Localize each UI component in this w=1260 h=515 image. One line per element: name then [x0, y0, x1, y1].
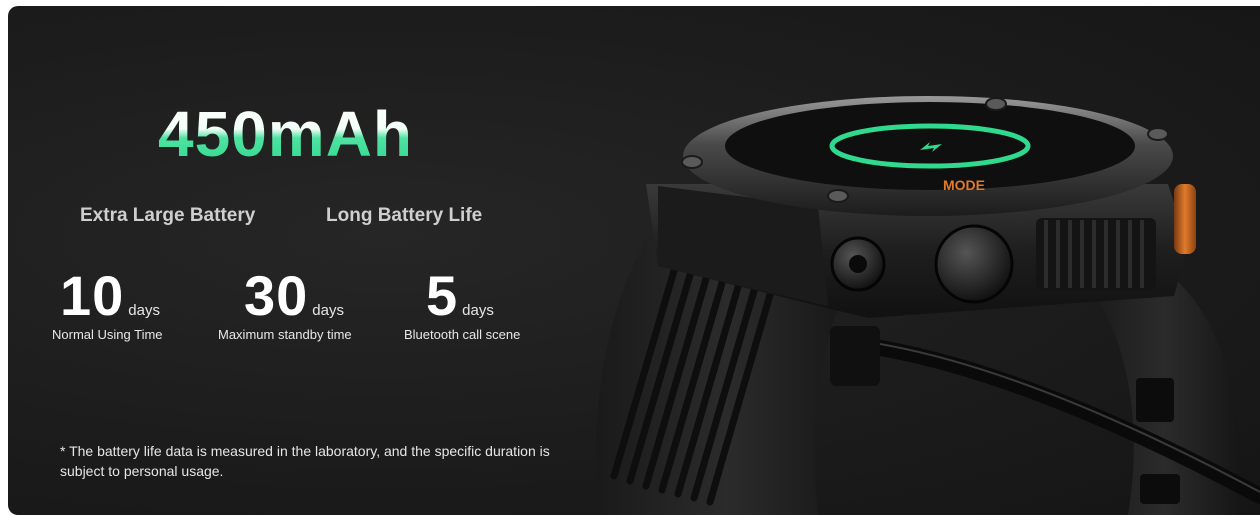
charging-dock: [830, 326, 880, 386]
feature-extra-large-battery: Extra Large Battery: [80, 205, 256, 226]
stat-description: Maximum standby time: [218, 327, 352, 342]
stat-number: 30: [244, 264, 309, 327]
stat-description: Bluetooth call scene: [404, 327, 521, 342]
stat-description: Normal Using Time: [52, 327, 163, 342]
bezel-mode-label: MODE: [943, 177, 985, 193]
stat-unit: days: [128, 302, 160, 319]
feature-long-battery-life: Long Battery Life: [326, 205, 483, 226]
smartwatch-charging-image: MODE: [595, 96, 1260, 515]
stat-unit: days: [312, 302, 344, 319]
stat-unit: days: [462, 302, 494, 319]
watch-crown: [1174, 184, 1196, 254]
battery-disclaimer: * The battery life data is measured in t…: [60, 443, 550, 479]
battery-capacity-headline: 450mAh: [158, 98, 413, 170]
side-button-knob: [934, 224, 1014, 304]
stat-number: 10: [60, 264, 125, 327]
stat-number: 5: [426, 264, 459, 327]
battery-banner: 450mAh Extra Large Battery Long Battery …: [8, 6, 1260, 515]
